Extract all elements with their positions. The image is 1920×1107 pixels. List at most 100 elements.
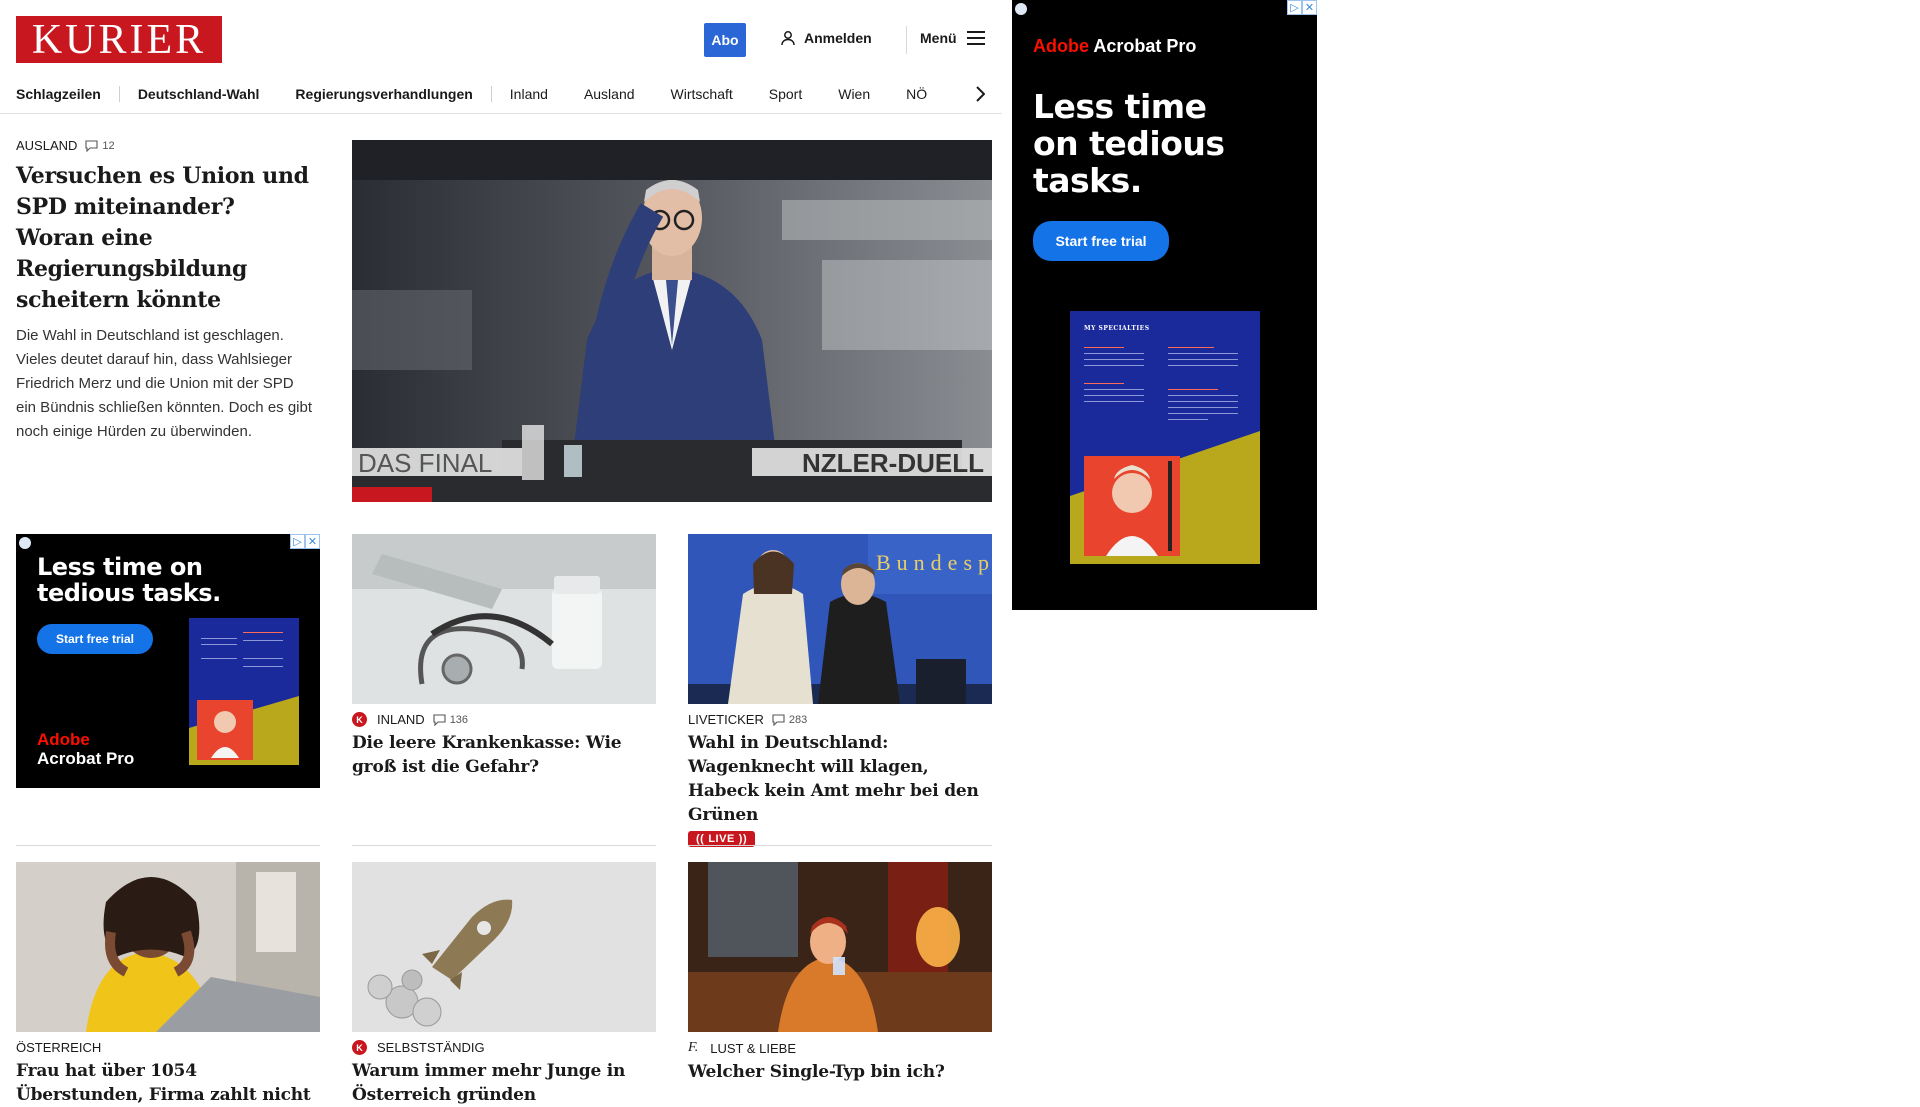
adchoices[interactable]: ▷ ✕ [1287, 0, 1317, 15]
lead-image[interactable]: DAS FINAL NZLER-DUELL [352, 140, 992, 502]
ad-large-brand-adobe: Adobe [1033, 36, 1089, 56]
nav-item-deutschland-wahl[interactable]: Deutschland-Wahl [120, 86, 278, 102]
ad-small-brand: Adobe Acrobat Pro [37, 730, 134, 768]
lead-comment-count[interactable]: 12 [85, 139, 115, 152]
card-comments-label: 136 [449, 713, 469, 726]
kurier-page: KURIER Abo Anmelden Menü Schlagzeilen De… [0, 0, 1002, 1105]
article-image-stethoscope[interactable] [352, 534, 656, 704]
card-category[interactable]: ÖSTERREICH [16, 1040, 101, 1055]
stethoscope-photo [352, 534, 656, 704]
header-rule [0, 113, 1002, 114]
card-category[interactable]: LUST & LIEBE [710, 1041, 796, 1056]
adchoices-icon[interactable]: ▷ [290, 534, 305, 549]
abo-button[interactable]: Abo [704, 23, 746, 57]
card-comment-count[interactable]: 283 [772, 714, 807, 726]
card-category[interactable]: SELBSTSTÄNDIG [377, 1040, 485, 1055]
ad-small-headline: Less time on tedious tasks. [37, 553, 221, 607]
ad-info-icon[interactable] [19, 537, 31, 549]
menu-button[interactable]: Menü [920, 30, 985, 46]
card-comment-count[interactable]: 136 [433, 714, 468, 726]
woman-phone-photo [688, 862, 992, 1032]
nav-item-wirtschaft[interactable]: Wirtschaft [653, 86, 751, 102]
lead-photo-merz: DAS FINAL NZLER-DUELL [352, 140, 992, 502]
kurier-k-icon: K [352, 712, 367, 727]
lead-image-caption-left: DAS FINAL [358, 448, 492, 478]
hamburger-icon [966, 31, 985, 45]
adchoices[interactable]: ▷ ✕ [290, 534, 320, 549]
card-headline[interactable]: Wahl in Deutschland: Wagenknecht will kl… [688, 731, 992, 827]
ad-large-brand: Adobe Acrobat Pro [1033, 36, 1196, 57]
lead-teaser: Die Wahl in Deutschland ist geschlagen. … [16, 327, 313, 440]
adchoices-icon[interactable]: ▷ [1287, 0, 1302, 15]
nav-item-ausland[interactable]: Ausland [566, 86, 653, 102]
card-headline[interactable]: Warum immer mehr Junge in Österreich grü… [352, 1059, 656, 1107]
login-label: Anmelden [804, 30, 872, 46]
card-headline[interactable]: Frau hat über 1054 Überstunden, Firma za… [16, 1059, 320, 1107]
ad-large-headline-line: on tedious [1033, 124, 1225, 163]
lead-headline[interactable]: Versuchen es Union und SPD miteinander? … [16, 161, 316, 316]
card-headline[interactable]: Die leere Krankenkasse: Wie groß ist die… [352, 731, 656, 779]
ad-small-brochure [189, 618, 299, 765]
row-separator [352, 845, 656, 846]
article-image-baerbock-habeck[interactable]: Bundesp [688, 534, 992, 704]
close-ad-icon[interactable]: ✕ [1302, 0, 1317, 15]
header-divider [906, 26, 907, 54]
comment-icon [85, 139, 98, 152]
section-nav: Schlagzeilen Deutschland-Wahl Regierungs… [16, 78, 990, 110]
menu-label: Menü [920, 30, 957, 46]
nav-scroll-right-button[interactable] [968, 78, 992, 110]
chevron-right-icon [976, 86, 985, 102]
baerbock-habeck-photo: Bundesp [688, 534, 992, 704]
ad-large-headline-line: Less time [1033, 87, 1207, 126]
ad-info-icon[interactable] [1015, 3, 1027, 15]
nav-item-noe[interactable]: NÖ [888, 86, 945, 102]
ad-small-cta-button[interactable]: Start free trial [37, 624, 153, 654]
nav-item-sport[interactable]: Sport [751, 86, 820, 102]
article-card[interactable]: K SELBSTSTÄNDIG Warum immer mehr Junge i… [352, 862, 656, 1107]
lead-comments-label: 12 [102, 139, 115, 152]
row-separator [16, 845, 320, 846]
article-card[interactable]: K INLAND 136 Die leere Krankenkasse: Wie… [352, 534, 656, 779]
nav-item-wien[interactable]: Wien [820, 86, 888, 102]
ad-large-headline: Less time on tedious tasks. [1033, 88, 1225, 199]
nav-item-inland[interactable]: Inland [492, 86, 566, 102]
card-meta: K INLAND 136 [352, 712, 656, 727]
adobe-ad-skyscraper[interactable]: ▷ ✕ Adobe Acrobat Pro Less time on tedio… [1012, 0, 1317, 610]
ad-small-brand-product: Acrobat Pro [37, 749, 135, 768]
lead-article[interactable]: AUSLAND 12 Versuchen es Union und SPD mi… [16, 138, 316, 444]
kurier-k-icon: K [352, 1040, 367, 1055]
card-meta: LIVETICKER 283 [688, 712, 992, 727]
ad-small-brand-adobe: Adobe [37, 730, 90, 749]
article-card[interactable]: ÖSTERREICH Frau hat über 1054 Überstunde… [16, 862, 320, 1107]
user-icon [781, 31, 795, 46]
f-brand-icon: f. [688, 1040, 699, 1055]
card-headline[interactable]: Welcher Single-Typ bin ich? [688, 1060, 992, 1084]
card-category[interactable]: LIVETICKER [688, 712, 764, 727]
lead-image-caption-right: NZLER-DUELL [802, 448, 984, 478]
card-meta: ÖSTERREICH [16, 1040, 320, 1055]
live-icon: )) [738, 833, 748, 845]
paper-rocket-photo [352, 862, 656, 1032]
article-card[interactable]: Bundesp LIVETICKER 283 Wahl in Deutschla… [688, 534, 992, 847]
live-label: LIVE [708, 833, 735, 845]
ad-large-headline-line: tasks. [1033, 161, 1142, 200]
nav-item-regierungsverhandlungen[interactable]: Regierungsverhandlungen [277, 86, 490, 102]
logo-text: KURIER [31, 16, 207, 63]
ad-large-cta-button[interactable]: Start free trial [1033, 221, 1169, 261]
card-image-text: Bundesp [876, 550, 992, 575]
login-button[interactable]: Anmelden [780, 30, 872, 46]
article-card[interactable]: f. LUST & LIEBE Welcher Single-Typ bin i… [688, 862, 992, 1084]
ad-large-brand-product: Acrobat Pro [1093, 36, 1197, 56]
article-image-stressed-woman[interactable] [16, 862, 320, 1032]
lead-category[interactable]: AUSLAND [16, 138, 77, 153]
kurier-logo[interactable]: KURIER [16, 16, 222, 63]
adobe-ad-small[interactable]: ▷ ✕ Less time on tedious tasks. Start fr… [16, 534, 320, 788]
nav-item-schlagzeilen[interactable]: Schlagzeilen [16, 86, 119, 102]
row-separator [688, 845, 992, 846]
article-image-woman-phone-sofa[interactable] [688, 862, 992, 1032]
card-category[interactable]: INLAND [377, 712, 425, 727]
close-ad-icon[interactable]: ✕ [305, 534, 320, 549]
article-image-paper-rocket[interactable] [352, 862, 656, 1032]
stressed-woman-photo [16, 862, 320, 1032]
card-meta: K SELBSTSTÄNDIG [352, 1040, 656, 1055]
